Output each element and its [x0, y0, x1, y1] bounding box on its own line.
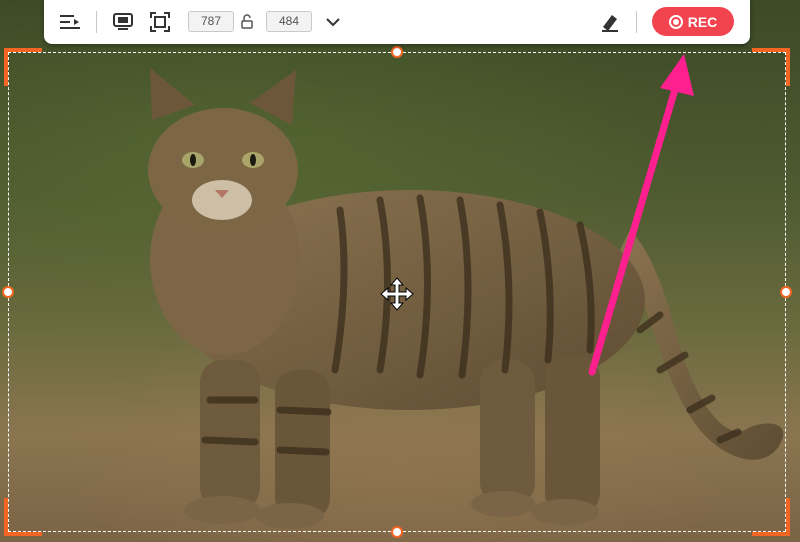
corner-top-left[interactable] — [4, 48, 42, 86]
region-select-icon[interactable] — [148, 10, 172, 34]
record-icon — [668, 14, 683, 29]
capture-toolbar: 787 484 REC — [44, 0, 750, 44]
height-input[interactable]: 484 — [266, 11, 312, 32]
resize-handle-left[interactable] — [2, 286, 14, 298]
chevron-down-icon[interactable] — [321, 10, 345, 34]
move-cursor-icon[interactable] — [379, 276, 415, 312]
resize-handle-right[interactable] — [780, 286, 792, 298]
eraser-pen-icon[interactable] — [598, 10, 622, 34]
corner-bottom-right[interactable] — [752, 498, 790, 536]
rec-button[interactable]: REC — [652, 7, 734, 36]
toolbar-divider — [96, 11, 97, 33]
menu-collapse-icon[interactable] — [58, 10, 82, 34]
rec-label: REC — [687, 13, 718, 30]
corner-bottom-left[interactable] — [4, 498, 42, 536]
fullscreen-icon[interactable] — [111, 10, 135, 34]
resize-handle-bottom[interactable] — [391, 526, 403, 538]
toolbar-divider — [636, 11, 637, 33]
width-input[interactable]: 787 — [188, 11, 234, 32]
corner-top-right[interactable] — [752, 48, 790, 86]
resize-handle-top[interactable] — [391, 46, 403, 58]
aspect-lock-icon[interactable] — [238, 10, 256, 34]
